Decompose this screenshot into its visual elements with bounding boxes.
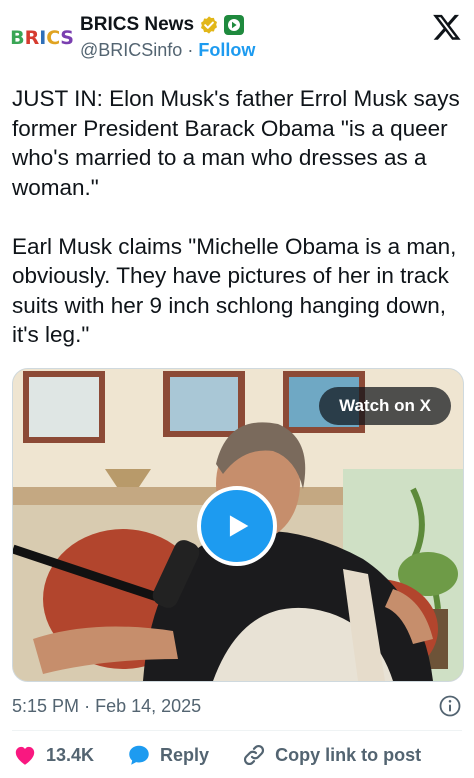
avatar-letter: I (39, 27, 47, 49)
info-icon[interactable] (438, 694, 462, 718)
x-logo-icon[interactable] (432, 12, 462, 42)
tweet-meta: 5:15 PM · Feb 14, 2025 (12, 693, 462, 719)
reply-label: Reply (160, 744, 210, 765)
tweet-text: JUST IN: Elon Musk's father Errol Musk s… (12, 84, 464, 350)
action-bar: 13.4K Reply Copy link to post (12, 740, 453, 770)
copy-link-label: Copy link to post (275, 744, 422, 765)
link-icon (244, 744, 265, 766)
like-count: 13.4K (46, 744, 95, 765)
reply-icon (129, 745, 149, 765)
handle-row: @BRICSinfo · Follow (80, 40, 255, 61)
avatar[interactable]: BRICS (10, 14, 74, 62)
watch-on-x-button[interactable]: Watch on X (319, 387, 451, 425)
play-icon (229, 515, 249, 537)
tweet-paragraph-1: JUST IN: Elon Musk's father Errol Musk s… (12, 86, 467, 200)
avatar-letter: R (24, 27, 40, 49)
name-row: BRICS News (80, 12, 245, 38)
avatar-letter: S (60, 27, 74, 49)
time: 5:15 PM (12, 695, 80, 716)
meta-separator: · (84, 695, 91, 716)
copy-link-button[interactable]: Copy link to post (241, 742, 421, 768)
heart-icon (15, 746, 35, 765)
tweet-paragraph-2: Earl Musk claims "Michelle Obama is a ma… (12, 233, 463, 348)
avatar-letter: B (10, 27, 25, 49)
timestamp[interactable]: 5:15 PM · Feb 14, 2025 (12, 696, 201, 717)
account-name[interactable]: BRICS News (80, 14, 194, 36)
play-button[interactable] (197, 486, 277, 566)
like-button[interactable]: 13.4K (12, 742, 94, 768)
reply-button[interactable]: Reply (126, 742, 209, 768)
divider (12, 730, 462, 731)
account-handle[interactable]: @BRICSinfo (80, 40, 182, 60)
tweet-header: BRICS BRICS News @BRICSinfo · Follow (0, 0, 474, 70)
gold-verified-badge-icon (201, 16, 218, 34)
follow-button[interactable]: Follow (198, 40, 255, 60)
handle-separator: · (187, 40, 194, 60)
affiliate-badge-icon (224, 15, 245, 35)
avatar-letter: C (46, 27, 61, 49)
video-player[interactable]: Watch on X (12, 368, 464, 682)
date: Feb 14, 2025 (95, 695, 202, 716)
